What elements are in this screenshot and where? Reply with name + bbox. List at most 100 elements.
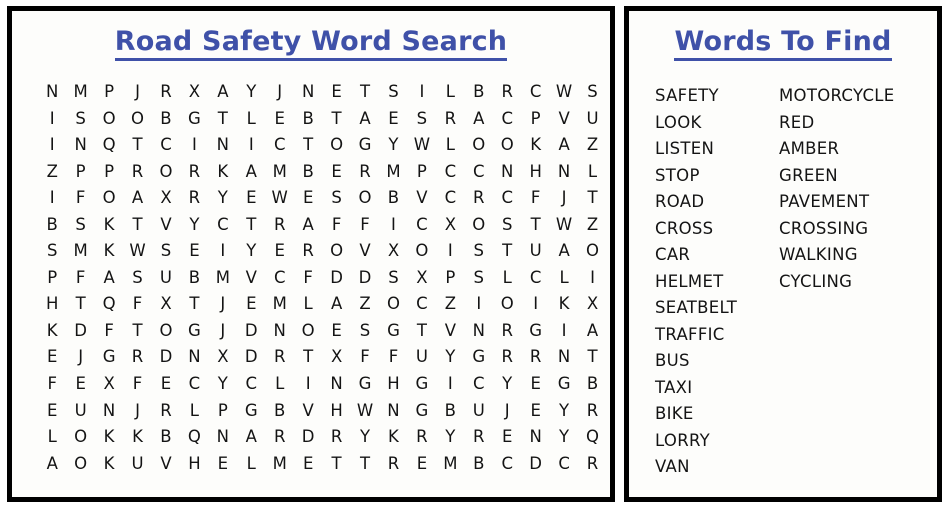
grid-cell[interactable]: C xyxy=(521,79,549,106)
grid-cell[interactable]: G xyxy=(351,371,379,398)
grid-cell[interactable]: Y xyxy=(436,344,464,371)
grid-cell[interactable]: T xyxy=(351,451,379,478)
grid-cell[interactable]: T xyxy=(66,291,94,318)
word-list-item[interactable]: SAFETY xyxy=(655,83,737,110)
grid-cell[interactable]: D xyxy=(237,318,265,345)
grid-cell[interactable]: M xyxy=(66,79,94,106)
grid-cell[interactable]: F xyxy=(66,185,94,212)
word-list-item[interactable]: CYCLING xyxy=(779,269,894,296)
grid-cell[interactable]: O xyxy=(493,291,521,318)
grid-cell[interactable]: X xyxy=(379,238,407,265)
grid-cell[interactable]: P xyxy=(66,159,94,186)
grid-cell[interactable]: N xyxy=(550,159,578,186)
grid-cell[interactable]: O xyxy=(322,238,350,265)
grid-cell[interactable]: U xyxy=(408,344,436,371)
grid-cell[interactable]: O xyxy=(408,238,436,265)
grid-cell[interactable]: S xyxy=(66,212,94,239)
grid-cell[interactable]: L xyxy=(38,424,66,451)
grid-cell[interactable]: P xyxy=(436,265,464,292)
grid-cell[interactable]: C xyxy=(237,371,265,398)
grid-cell[interactable]: B xyxy=(465,79,493,106)
grid-cell[interactable]: T xyxy=(123,212,151,239)
grid-cell[interactable]: E xyxy=(493,424,521,451)
grid-cell[interactable]: T xyxy=(123,318,151,345)
word-list-item[interactable]: AMBER xyxy=(779,136,894,163)
grid-cell[interactable]: O xyxy=(152,318,180,345)
grid-cell[interactable]: D xyxy=(294,424,322,451)
grid-cell[interactable]: H xyxy=(180,451,208,478)
word-list-item[interactable]: ROAD xyxy=(655,189,737,216)
grid-cell[interactable]: I xyxy=(521,291,549,318)
grid-cell[interactable]: C xyxy=(550,451,578,478)
grid-cell[interactable]: O xyxy=(66,424,94,451)
grid-cell[interactable]: O xyxy=(322,132,350,159)
grid-cell[interactable]: N xyxy=(38,79,66,106)
grid-cell[interactable]: U xyxy=(465,398,493,425)
grid-cell[interactable]: R xyxy=(408,424,436,451)
grid-cell[interactable]: A xyxy=(209,79,237,106)
grid-cell[interactable]: C xyxy=(465,371,493,398)
grid-cell[interactable]: I xyxy=(38,132,66,159)
grid-cell[interactable]: Z xyxy=(351,291,379,318)
grid-cell[interactable]: D xyxy=(66,318,94,345)
grid-cell[interactable]: Z xyxy=(38,159,66,186)
grid-cell[interactable]: D xyxy=(152,344,180,371)
grid-cell[interactable]: G xyxy=(351,132,379,159)
grid-cell[interactable]: G xyxy=(408,398,436,425)
grid-cell[interactable]: E xyxy=(322,318,350,345)
grid-cell[interactable]: G xyxy=(408,371,436,398)
grid-cell[interactable]: T xyxy=(294,344,322,371)
grid-cell[interactable]: O xyxy=(66,451,94,478)
grid-cell[interactable]: J xyxy=(209,318,237,345)
grid-cell[interactable]: I xyxy=(408,79,436,106)
grid-cell[interactable]: M xyxy=(66,238,94,265)
grid-cell[interactable]: A xyxy=(550,132,578,159)
grid-cell[interactable]: X xyxy=(152,291,180,318)
grid-cell[interactable]: L xyxy=(180,398,208,425)
grid-cell[interactable]: B xyxy=(294,106,322,133)
grid-cell[interactable]: S xyxy=(578,79,606,106)
grid-cell[interactable]: Y xyxy=(550,424,578,451)
grid-cell[interactable]: N xyxy=(465,318,493,345)
grid-cell[interactable]: N xyxy=(379,398,407,425)
grid-cell[interactable]: V xyxy=(408,185,436,212)
grid-cell[interactable]: I xyxy=(237,132,265,159)
grid-cell[interactable]: E xyxy=(322,159,350,186)
grid-cell[interactable]: F xyxy=(521,185,549,212)
grid-cell[interactable]: X xyxy=(152,185,180,212)
grid-cell[interactable]: E xyxy=(38,344,66,371)
grid-cell[interactable]: R xyxy=(521,344,549,371)
grid-cell[interactable]: O xyxy=(493,132,521,159)
grid-cell[interactable]: G xyxy=(465,344,493,371)
grid-cell[interactable]: R xyxy=(493,79,521,106)
grid-cell[interactable]: R xyxy=(152,398,180,425)
grid-cell[interactable]: C xyxy=(408,212,436,239)
grid-cell[interactable]: S xyxy=(465,238,493,265)
grid-cell[interactable]: Y xyxy=(379,132,407,159)
grid-cell[interactable]: A xyxy=(237,159,265,186)
grid-cell[interactable]: W xyxy=(123,238,151,265)
grid-cell[interactable]: U xyxy=(66,398,94,425)
grid-cell[interactable]: F xyxy=(294,265,322,292)
grid-cell[interactable]: K xyxy=(95,451,123,478)
grid-cell[interactable]: T xyxy=(351,79,379,106)
grid-cell[interactable]: T xyxy=(521,212,549,239)
grid-cell[interactable]: I xyxy=(550,318,578,345)
grid-cell[interactable]: K xyxy=(95,424,123,451)
grid-cell[interactable]: R xyxy=(493,344,521,371)
grid-cell[interactable]: C xyxy=(209,212,237,239)
grid-cell[interactable]: I xyxy=(209,238,237,265)
grid-cell[interactable]: E xyxy=(294,451,322,478)
grid-cell[interactable]: U xyxy=(152,265,180,292)
grid-cell[interactable]: W xyxy=(408,132,436,159)
grid-cell[interactable]: N xyxy=(493,159,521,186)
grid-cell[interactable]: G xyxy=(521,318,549,345)
grid-cell[interactable]: J xyxy=(209,291,237,318)
grid-cell[interactable]: R xyxy=(266,424,294,451)
grid-cell[interactable]: C xyxy=(152,132,180,159)
grid-cell[interactable]: L xyxy=(436,79,464,106)
grid-cell[interactable]: S xyxy=(152,238,180,265)
grid-cell[interactable]: F xyxy=(123,371,151,398)
grid-cell[interactable]: X xyxy=(95,371,123,398)
grid-cell[interactable]: F xyxy=(95,318,123,345)
